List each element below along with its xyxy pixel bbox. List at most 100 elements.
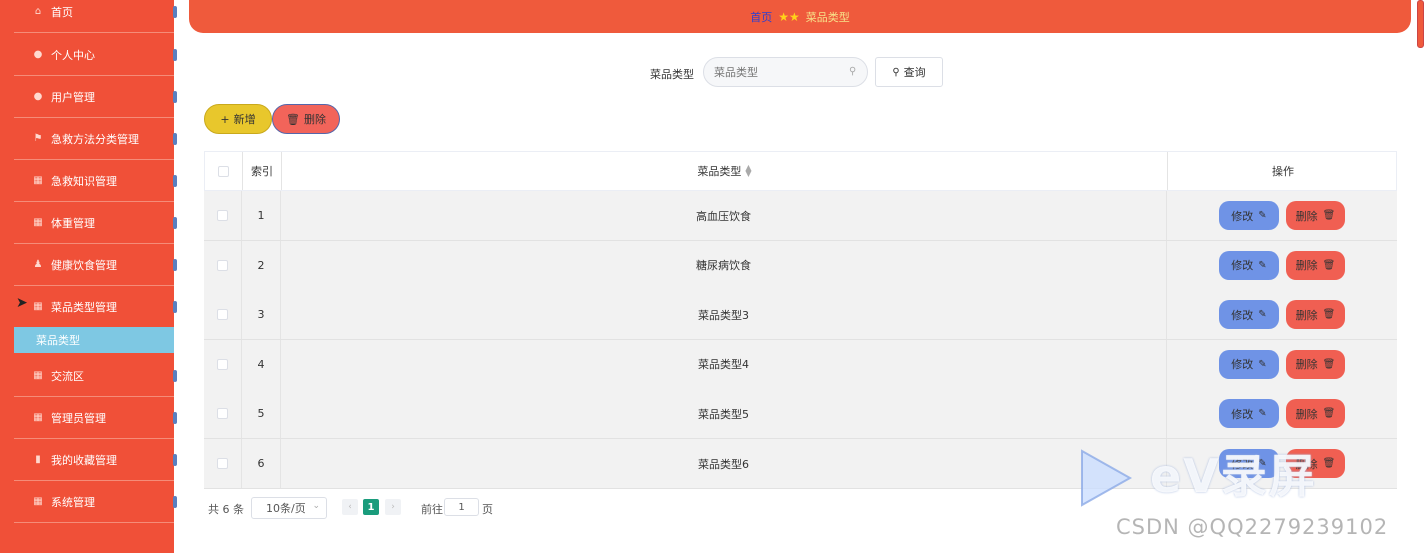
edit-icon: ✎ xyxy=(1258,408,1267,420)
row-operation-cell xyxy=(1167,241,1397,290)
row-type: 菜品类型4 xyxy=(281,339,1167,389)
row-check-cell xyxy=(204,339,242,389)
row-checkbox[interactable] xyxy=(217,210,228,221)
table-row: 3 菜品类型3 修改 ✎ 删除 🗑 xyxy=(204,290,1397,341)
delete-button[interactable]: 删除 🗑 xyxy=(1286,300,1345,330)
breadcrumb-home-link[interactable]: 首页 xyxy=(750,9,772,25)
user-icon: ● xyxy=(33,49,43,60)
sidebar-item[interactable]: ▦ 系统管理 xyxy=(14,481,177,523)
edit-button[interactable]: 修改 ✎ xyxy=(1219,201,1279,230)
grid-icon: ▦ xyxy=(33,412,43,423)
row-type: 高血压饮食 xyxy=(281,191,1167,240)
submenu-label: 菜品类型 xyxy=(36,334,80,347)
search-input[interactable] xyxy=(703,57,868,87)
row-index: 3 xyxy=(242,290,281,340)
chevron-down-icon: ⌄ xyxy=(312,501,320,511)
header-operation: 操作 xyxy=(1168,152,1398,190)
row-checkbox[interactable] xyxy=(217,408,228,420)
sort-icon[interactable]: ▲ ▼ xyxy=(745,164,751,178)
sidebar-item[interactable]: ⚑ 急救方法分类管理 xyxy=(14,118,177,160)
home-icon: ⌂ xyxy=(34,6,42,17)
row-checkbox[interactable] xyxy=(217,358,228,370)
sidebar-item[interactable]: ▦ 体重管理 xyxy=(14,202,177,244)
delete-button[interactable]: 删除 🗑 xyxy=(1286,201,1345,230)
sidebar-item[interactable]: ● 用户管理 xyxy=(14,76,177,118)
sidebar-item[interactable]: ⌂ 首页 xyxy=(14,0,177,33)
header-index: 索引 xyxy=(243,152,282,190)
scrollbar[interactable] xyxy=(1417,0,1424,48)
trash-icon: 🗑 xyxy=(1322,358,1336,370)
row-index: 2 xyxy=(242,240,281,290)
table-row: 2 糖尿病饮食 修改 ✎ 删除 🗑 xyxy=(204,240,1397,291)
edit-button[interactable]: 修改 ✎ xyxy=(1219,250,1279,280)
menu-edge-marker xyxy=(173,217,177,229)
sidebar-item-label: 急救方法分类管理 xyxy=(51,132,139,146)
header-index-label: 索引 xyxy=(251,165,273,178)
edit-button-label: 修改 xyxy=(1231,308,1254,322)
row-check-cell xyxy=(204,240,242,290)
bulk-delete-button-label: 删除 xyxy=(303,113,326,126)
person-icon: ♟ xyxy=(33,259,43,270)
search-label: 菜品类型 xyxy=(650,68,694,81)
flag-icon: ⚑ xyxy=(33,133,43,144)
edit-button[interactable]: 修改 ✎ xyxy=(1219,300,1279,330)
prev-page-button[interactable]: ‹ xyxy=(342,499,358,515)
row-type: 菜品类型5 xyxy=(281,389,1167,439)
trash-icon: 🗑 xyxy=(1322,309,1336,321)
page-number-button[interactable]: 1 xyxy=(363,499,379,515)
delete-button[interactable]: 删除 🗑 xyxy=(1286,399,1345,429)
edit-button[interactable]: 修改 ✎ xyxy=(1219,349,1279,379)
row-index: 1 xyxy=(242,191,281,240)
grid-icon: ▦ xyxy=(33,217,43,228)
sidebar-item[interactable]: ▦ 管理员管理 xyxy=(14,397,177,439)
menu-edge-marker xyxy=(173,91,177,103)
next-page-button[interactable]: › xyxy=(385,499,401,515)
sidebar-item[interactable]: ▮ 我的收藏管理 xyxy=(14,439,177,481)
header-type[interactable]: 菜品类型 ▲ ▼ xyxy=(282,152,1168,190)
add-button[interactable]: + 新增 xyxy=(204,104,272,134)
delete-button-label: 删除 xyxy=(1295,259,1318,273)
row-operation-cell xyxy=(1167,290,1397,339)
row-checkbox[interactable] xyxy=(217,259,228,271)
row-check-cell xyxy=(204,290,242,340)
bulk-delete-button[interactable]: 🗑 删除 xyxy=(272,104,340,134)
page-unit-label: 页 xyxy=(482,503,493,516)
pagination-total: 共 6 条 xyxy=(208,503,244,516)
delete-button[interactable]: 删除 🗑 xyxy=(1286,250,1345,280)
menu-edge-marker xyxy=(173,412,177,424)
edit-button-label: 修改 xyxy=(1231,358,1254,372)
delete-button[interactable]: 删除 🗑 xyxy=(1286,349,1345,379)
grid-icon: ▦ xyxy=(33,496,43,507)
sidebar-item[interactable]: ▦ 交流区 xyxy=(14,355,177,397)
menu-edge-marker xyxy=(173,301,177,313)
sidebar-item[interactable]: ● 个人中心 xyxy=(14,34,177,76)
table-row: 4 菜品类型4 修改 ✎ 删除 🗑 xyxy=(204,339,1397,390)
row-check-cell xyxy=(204,191,242,240)
row-checkbox[interactable] xyxy=(217,458,228,469)
edit-button[interactable]: 修改 ✎ xyxy=(1219,399,1279,429)
delete-button-label: 删除 xyxy=(1295,308,1318,322)
edit-icon: ✎ xyxy=(1258,309,1267,321)
row-index: 5 xyxy=(242,389,281,439)
row-operation-cell xyxy=(1167,340,1397,389)
header-type-label: 菜品类型 xyxy=(697,165,742,178)
sidebar-item[interactable]: ▦ 菜品类型管理 xyxy=(14,286,177,328)
edit-icon: ✎ xyxy=(1258,210,1267,221)
sidebar-item[interactable]: ♟ 健康饮食管理 xyxy=(14,244,177,286)
menu-edge-marker xyxy=(173,370,177,382)
page-size-select[interactable]: 10条/页 ⌄ xyxy=(251,497,327,519)
ev-play-logo-icon xyxy=(1081,449,1133,507)
search-button[interactable]: ⚲ 查询 xyxy=(875,57,943,87)
star-icon: ★★ xyxy=(778,9,800,24)
row-check-cell xyxy=(204,389,242,439)
submenu-item-dish-type[interactable]: 菜品类型 xyxy=(14,327,174,353)
sidebar-item[interactable]: ▦ 急救知识管理 xyxy=(14,160,177,202)
delete-button-label: 删除 xyxy=(1295,358,1318,372)
goto-page-input[interactable] xyxy=(444,498,479,516)
grid-icon: ▦ xyxy=(33,175,43,186)
trash-icon: 🗑 xyxy=(1322,458,1336,469)
row-checkbox[interactable] xyxy=(217,309,228,321)
delete-button-label: 删除 xyxy=(1295,407,1318,421)
select-all-checkbox[interactable] xyxy=(218,165,229,177)
sidebar-item-label: 系统管理 xyxy=(51,495,95,509)
